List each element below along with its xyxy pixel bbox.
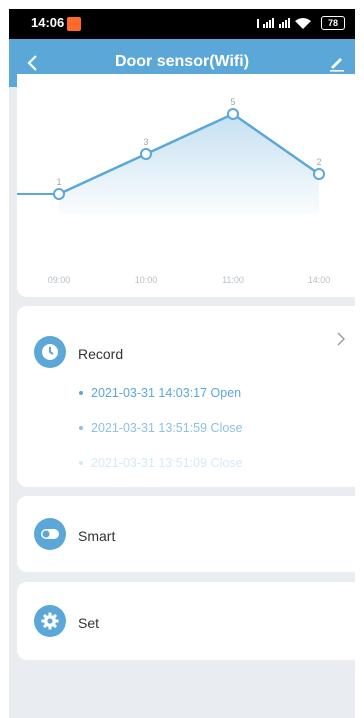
data-point: [313, 168, 325, 180]
x-tick-label: 14:00: [308, 275, 331, 285]
x-tick-label: 10:00: [135, 275, 158, 285]
set-label: Set: [78, 615, 100, 631]
data-label: 1: [56, 177, 61, 187]
data-point: [53, 188, 65, 200]
smart-label: Smart: [78, 528, 116, 544]
status-time: 14:06: [31, 15, 65, 30]
x-tick-label: 09:00: [48, 275, 71, 285]
status-icons: 78: [255, 16, 345, 30]
data-point: [227, 108, 239, 120]
smart-card[interactable]: Smart: [17, 496, 355, 572]
app-frame: 14:06 78 Door sensor(Wifi) 1 3 5 2 09:00 10:0…: [9, 9, 355, 718]
history-chart: 1 3 5 2 09:00 10:00 11:00 14:00: [17, 97, 331, 285]
data-point: [140, 148, 152, 160]
toggle-icon: [34, 518, 66, 550]
status-bar: 14:06 78: [9, 9, 355, 39]
page-title: Door sensor(Wifi): [114, 53, 250, 70]
record-item: 2021-03-31 13:51:59 Close: [91, 421, 243, 435]
signal-wifi-icon: [257, 18, 311, 29]
record-card[interactable]: Record 2021-03-31 14:03:17 Open 2021-03-3…: [17, 306, 355, 487]
notification-icon: [67, 17, 81, 31]
data-label: 3: [143, 137, 148, 147]
battery-icon: 78: [321, 16, 345, 30]
data-label: 5: [230, 97, 235, 107]
set-card[interactable]: Set: [17, 582, 355, 660]
record-label: Record: [78, 346, 124, 362]
x-tick-label: 11:00: [222, 275, 244, 285]
data-label: 2: [316, 157, 321, 167]
record-dot: [79, 391, 83, 395]
gear-icon: [34, 605, 66, 637]
record-item: 2021-03-31 13:51:09 Close: [91, 456, 243, 470]
record-dot: [79, 461, 83, 465]
record-item: 2021-03-31 14:03:17 Open: [91, 386, 242, 400]
chart-card: 1 3 5 2 09:00 10:00 11:00 14:00: [17, 74, 355, 297]
edit-icon[interactable]: [327, 53, 347, 73]
series-area: [59, 114, 319, 214]
chevron-right-icon[interactable]: [335, 332, 347, 346]
record-dot: [79, 426, 83, 430]
clock-icon: [34, 336, 66, 368]
